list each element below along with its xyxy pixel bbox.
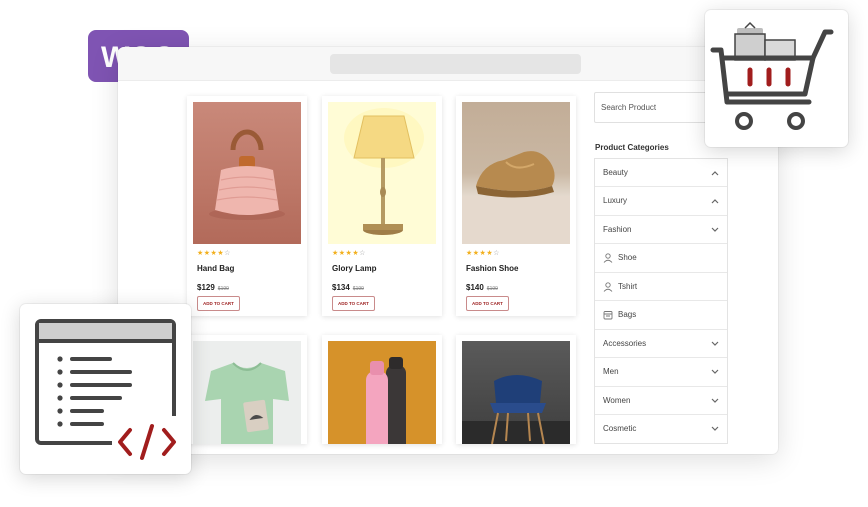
product-prices: $134 $199 <box>332 281 436 292</box>
browser-toolbar <box>118 47 778 81</box>
subcategory-item-bags[interactable]: Bags <box>595 301 727 330</box>
chevron-up-icon <box>711 199 719 204</box>
product-image-bottles[interactable] <box>328 341 436 444</box>
chair-illustration <box>462 375 570 444</box>
product-card[interactable]: ★★★★☆ Hand Bag $129 $199 ADD TO CART <box>187 96 307 316</box>
calendar-icon <box>603 311 613 320</box>
subcategory-item-tshirt[interactable]: Tshirt <box>595 273 727 302</box>
product-image-tshirt[interactable] <box>193 341 301 444</box>
product-image-handbag[interactable] <box>193 102 301 244</box>
category-item-luxury[interactable]: Luxury <box>595 187 727 216</box>
address-bar[interactable] <box>330 54 581 74</box>
subcategory-label: Shoe <box>618 252 637 262</box>
add-to-cart-button[interactable]: ADD TO CART <box>197 296 240 311</box>
shopping-cart-icon <box>710 21 834 130</box>
category-label: Women <box>603 395 631 405</box>
shoe-illustration <box>462 151 570 244</box>
category-label: Beauty <box>603 168 628 177</box>
category-label: Cosmetic <box>603 423 637 433</box>
product-prices: $140 $199 <box>466 281 570 292</box>
product-card[interactable] <box>187 335 307 444</box>
product-card[interactable] <box>322 335 442 444</box>
product-name[interactable]: Hand Bag <box>197 264 301 274</box>
subcategory-label: Bags <box>618 310 637 320</box>
product-name[interactable]: Fashion Shoe <box>466 264 570 274</box>
add-to-cart-button[interactable]: ADD TO CART <box>332 296 375 311</box>
category-item-beauty[interactable]: Beauty <box>595 159 727 188</box>
subcategory-label: Tshirt <box>618 281 638 291</box>
chevron-down-icon <box>711 426 719 431</box>
chevron-down-icon <box>711 369 719 375</box>
category-list: Beauty Luxury Fashion Shoe Tshirt Bags A… <box>594 158 728 445</box>
chevron-down-icon <box>711 341 719 346</box>
cart-feature-card <box>705 10 848 147</box>
user-icon <box>603 281 613 292</box>
bottles-illustration <box>366 357 406 444</box>
rating-stars: ★★★★☆ <box>197 250 231 257</box>
product-name[interactable]: Glory Lamp <box>332 264 436 274</box>
product-image-shoe[interactable] <box>462 102 570 244</box>
product-image-chair[interactable] <box>462 341 570 444</box>
rating-stars: ★★★★☆ <box>466 250 500 257</box>
chevron-down-icon <box>711 227 719 232</box>
category-label: Accessories <box>603 338 647 348</box>
product-old-price: $199 <box>217 286 229 292</box>
product-image-lamp[interactable] <box>328 102 436 244</box>
product-price: $140 <box>466 283 484 292</box>
user-icon <box>603 253 613 263</box>
lamp-illustration <box>344 108 424 235</box>
category-label: Men <box>603 367 619 377</box>
handbag-illustration <box>209 129 285 220</box>
chevron-up-icon <box>711 171 719 176</box>
product-card[interactable]: ★★★★☆ Fashion Shoe $140 $199 ADD TO CART <box>456 96 576 316</box>
category-item-women[interactable]: Women <box>595 387 727 415</box>
product-categories-title: Product Categories <box>595 143 669 152</box>
subcategory-item-shoe[interactable]: Shoe <box>595 244 727 273</box>
category-item-accessories[interactable]: Accessories <box>595 330 727 359</box>
product-card[interactable]: ★★★★☆ Glory Lamp $134 $199 ADD TO CART <box>322 96 442 316</box>
add-to-cart-button[interactable]: ADD TO CART <box>466 296 509 311</box>
chevron-down-icon <box>711 398 719 403</box>
tshirt-illustration <box>205 362 289 444</box>
category-item-cosmetic[interactable]: Cosmetic <box>595 415 727 443</box>
product-price: $129 <box>197 283 215 292</box>
code-window-icon <box>35 319 178 460</box>
code-feature-card <box>20 304 191 474</box>
category-label: Luxury <box>603 196 628 206</box>
product-prices: $129 $199 <box>197 281 301 292</box>
category-item-fashion[interactable]: Fashion <box>595 216 727 244</box>
category-item-men[interactable]: Men <box>595 358 727 387</box>
product-price: $134 <box>332 283 350 292</box>
product-old-price: $199 <box>352 286 364 292</box>
category-label: Fashion <box>603 224 632 234</box>
rating-stars: ★★★★☆ <box>332 250 366 257</box>
product-old-price: $199 <box>486 286 498 292</box>
product-card[interactable] <box>456 335 576 444</box>
